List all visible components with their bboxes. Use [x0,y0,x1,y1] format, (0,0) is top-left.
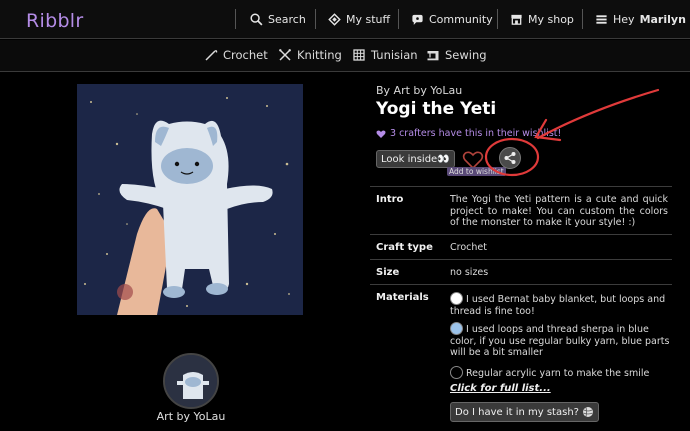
share-button[interactable] [499,147,521,169]
subnav-sewing-label: Sewing [445,48,487,62]
pattern-photo[interactable] [77,84,303,315]
top-navbar: Ribblr Search My stuff Community My shop… [0,0,690,39]
designer-avatar-image [165,355,217,407]
yarn-ball-icon [582,407,593,417]
subnav-sewing[interactable]: Sewing [426,48,487,62]
nav-divider [235,9,236,29]
material-item: I used Bernat baby blanket, but loops an… [450,292,670,317]
color-swatch-icon [450,292,463,305]
nav-search[interactable]: Search [250,11,306,27]
material-text: I used loops and thread sherpa in blue c… [450,324,670,358]
username-label: Marilyn [639,12,686,26]
share-icon [504,152,516,164]
crochet-hook-icon [205,50,218,61]
ribblr-logo[interactable]: Ribblr [26,10,84,32]
knitting-needles-icon [279,49,291,61]
wishlist-count-text: 3 crafters have this in their wishlist! [390,128,562,139]
nav-community[interactable]: Community [411,11,493,27]
divider [370,259,672,260]
material-item: Regular acrylic yarn to make the smile [450,366,670,380]
stash-check-button[interactable]: Do I have it in my stash? [450,402,599,422]
color-swatch-icon [450,366,463,379]
nav-my-stuff-label: My stuff [346,12,391,26]
divider [370,284,672,285]
designer-name[interactable]: Art by YoLau [140,410,242,423]
greeting-label: Hey [613,12,635,26]
shop-icon [511,14,522,25]
chat-bubble-icon [412,14,423,25]
size-value: no sizes [450,267,489,278]
material-text: Regular acrylic yarn to make the smile [466,368,650,379]
yarn-diamond-icon [328,12,341,26]
tunisian-grid-icon [353,49,365,61]
nav-divider [497,9,498,29]
color-swatch-icon [450,322,463,335]
pattern-author[interactable]: By Art by YoLau [376,84,462,97]
user-menu[interactable]: Hey Marilyn [595,11,686,27]
size-label: Size [376,267,400,278]
subnav-tunisian[interactable]: Tunisian [352,48,418,62]
wishlist-count: 3 crafters have this in their wishlist! [376,128,561,139]
divider [370,234,672,235]
subnav-knitting[interactable]: Knitting [278,48,342,62]
intro-label: Intro [376,194,404,205]
nav-my-shop[interactable]: My shop [510,11,574,27]
full-list-link[interactable]: Click for full list... [450,383,551,394]
wishlist-tooltip: Add to wishlist [447,167,506,176]
craft-type-label: Craft type [376,242,433,253]
hamburger-menu-icon [596,14,607,24]
subnav-knitting-label: Knitting [297,48,342,62]
material-text: I used Bernat baby blanket, but loops an… [450,294,666,317]
divider [370,186,672,187]
subnav-crochet[interactable]: Crochet [204,48,268,62]
designer-avatar[interactable] [163,353,219,409]
yeti-plush-image [77,84,303,315]
subnav-tunisian-label: Tunisian [371,48,418,62]
intro-text: The Yogi the Yeti pattern is a cute and … [450,194,668,228]
nav-community-label: Community [429,12,493,26]
sewing-machine-icon [427,51,439,61]
search-icon [250,12,263,25]
stash-button-label: Do I have it in my stash? [455,406,579,418]
nav-divider [582,9,583,29]
page-title: Yogi the Yeti [376,99,497,119]
purple-heart-icon [376,130,386,138]
subnav-crochet-label: Crochet [223,48,268,62]
nav-search-label: Search [268,12,306,26]
craft-type-value: Crochet [450,242,487,253]
craft-subnav: Crochet Knitting Tunisian Sewing [0,40,690,72]
nav-divider [315,9,316,29]
nav-my-shop-label: My shop [528,12,574,26]
nav-my-stuff[interactable]: My stuff [328,11,390,27]
materials-label: Materials [376,292,429,303]
nav-divider [398,9,399,29]
look-inside-button[interactable]: Look inside👀 [376,150,455,168]
material-item: I used loops and thread sherpa in blue c… [450,322,670,359]
